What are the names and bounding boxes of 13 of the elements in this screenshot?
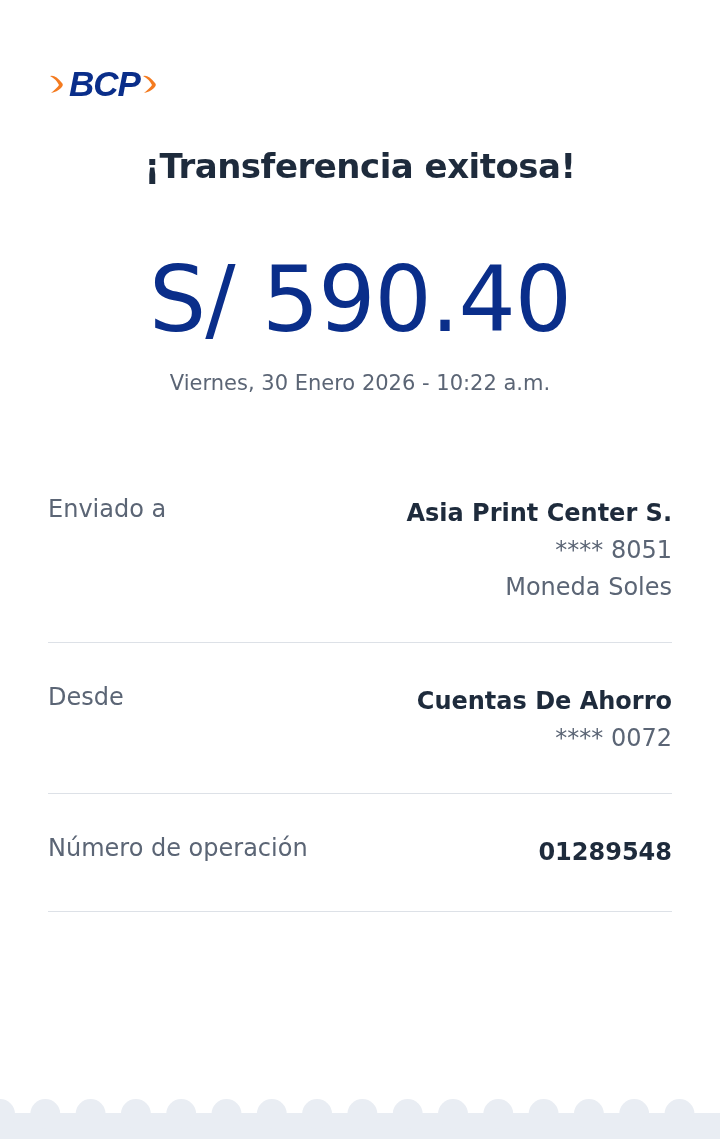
detail-value: 01289548: [538, 837, 672, 868]
detail-label: Número de operación: [48, 834, 308, 864]
detail-value: **** 8051: [554, 535, 672, 566]
transaction-date: Viernes, 30 Enero 2026 - 10:22 a.m.: [168, 371, 552, 395]
detail-value: Moneda Soles: [504, 572, 672, 603]
detail-label: Desde: [48, 683, 124, 713]
detail-value: Asia Print Center S.: [406, 498, 672, 529]
success-title: ¡Transferencia exitosa!: [143, 146, 577, 186]
detail-value: Cuentas De Ahorro: [416, 686, 672, 717]
amount: S/ 590.40: [148, 250, 572, 349]
detail-label: Enviado a: [48, 495, 167, 525]
bcp-logo: BCP: [48, 64, 161, 104]
detail-value: **** 0072: [554, 723, 672, 754]
